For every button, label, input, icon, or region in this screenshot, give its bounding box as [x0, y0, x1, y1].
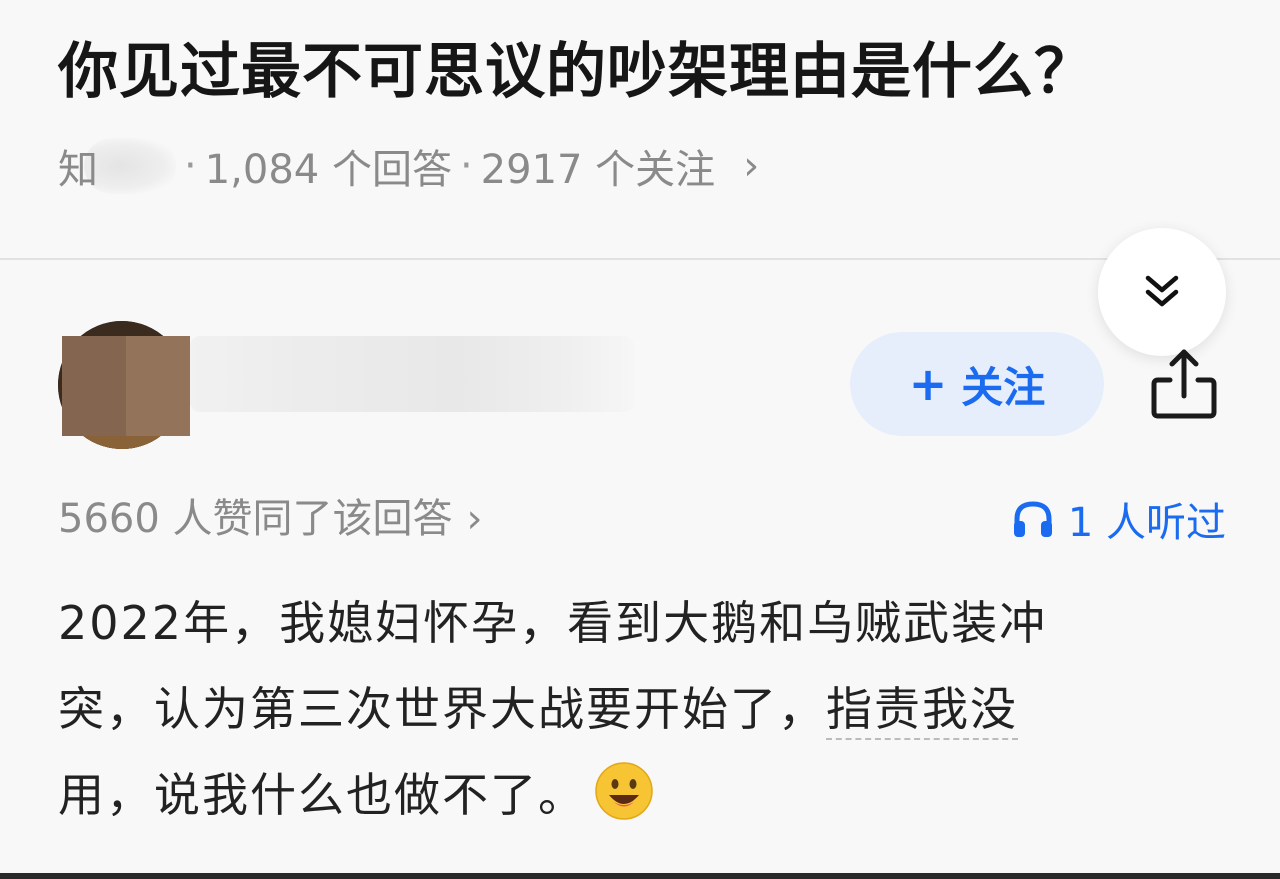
answer-link-text[interactable]: 指责我没 — [826, 682, 1018, 740]
divider — [0, 258, 1280, 260]
headphones-icon — [1013, 501, 1052, 537]
follower-count: 2917 个关注 — [480, 147, 716, 193]
share-button[interactable] — [1148, 346, 1220, 422]
mosaic-block — [126, 336, 190, 436]
collapse-button[interactable] — [1098, 228, 1226, 356]
question-meta[interactable]: 知 · 1,084 个回答 · 2917 个关注 › — [58, 138, 759, 194]
blurred-author-name[interactable] — [190, 336, 634, 412]
plus-icon: + — [908, 357, 948, 411]
answer-count: 1,084 个回答 — [204, 147, 452, 193]
listen-stat[interactable]: 1 人听过 — [1012, 490, 1226, 548]
answer-body: 2022年，我媳妇怀孕，看到大鹅和乌贼武装冲 突，认为第三次世界大战要开始了，指… — [58, 580, 1158, 848]
answer-line: 2022年，我媳妇怀孕，看到大鹅和乌贼武装冲 — [58, 596, 1048, 650]
answer-line: 突，认为第三次世界大战要开始了，指责我没 — [58, 666, 1158, 752]
meta-separator: · — [184, 143, 197, 189]
grinning-face-icon — [594, 761, 654, 848]
question-source: 知 — [58, 147, 98, 193]
answer-text: 突，认为第三次世界大战要开始了， — [58, 682, 826, 736]
share-icon — [1151, 349, 1217, 419]
answer-line: 用，说我什么也做不了。 — [58, 752, 1158, 848]
bottom-edge — [0, 873, 1280, 879]
chevron-right-icon: › — [466, 496, 483, 542]
question-title[interactable]: 你见过最不可思议的吵架理由是什么？ — [58, 30, 1248, 114]
follow-button[interactable]: + 关注 — [850, 332, 1104, 436]
meta-separator: · — [459, 143, 473, 189]
vote-count[interactable]: 5660 人赞同了该回答 › — [58, 490, 483, 548]
answer-page: 你见过最不可思议的吵架理由是什么？ 知 · 1,084 个回答 · 2917 个… — [0, 0, 1280, 879]
chevron-right-icon: › — [743, 143, 760, 189]
avatar-mosaic — [62, 336, 190, 436]
vote-count-text: 5660 人赞同了该回答 — [58, 496, 453, 542]
double-chevron-down-icon — [1145, 275, 1179, 307]
follow-label: 关注 — [961, 362, 1046, 412]
answer-text: 用，说我什么也做不了。 — [58, 768, 586, 822]
mosaic-block — [62, 336, 126, 436]
listen-count: 1 人听过 — [1067, 500, 1226, 546]
